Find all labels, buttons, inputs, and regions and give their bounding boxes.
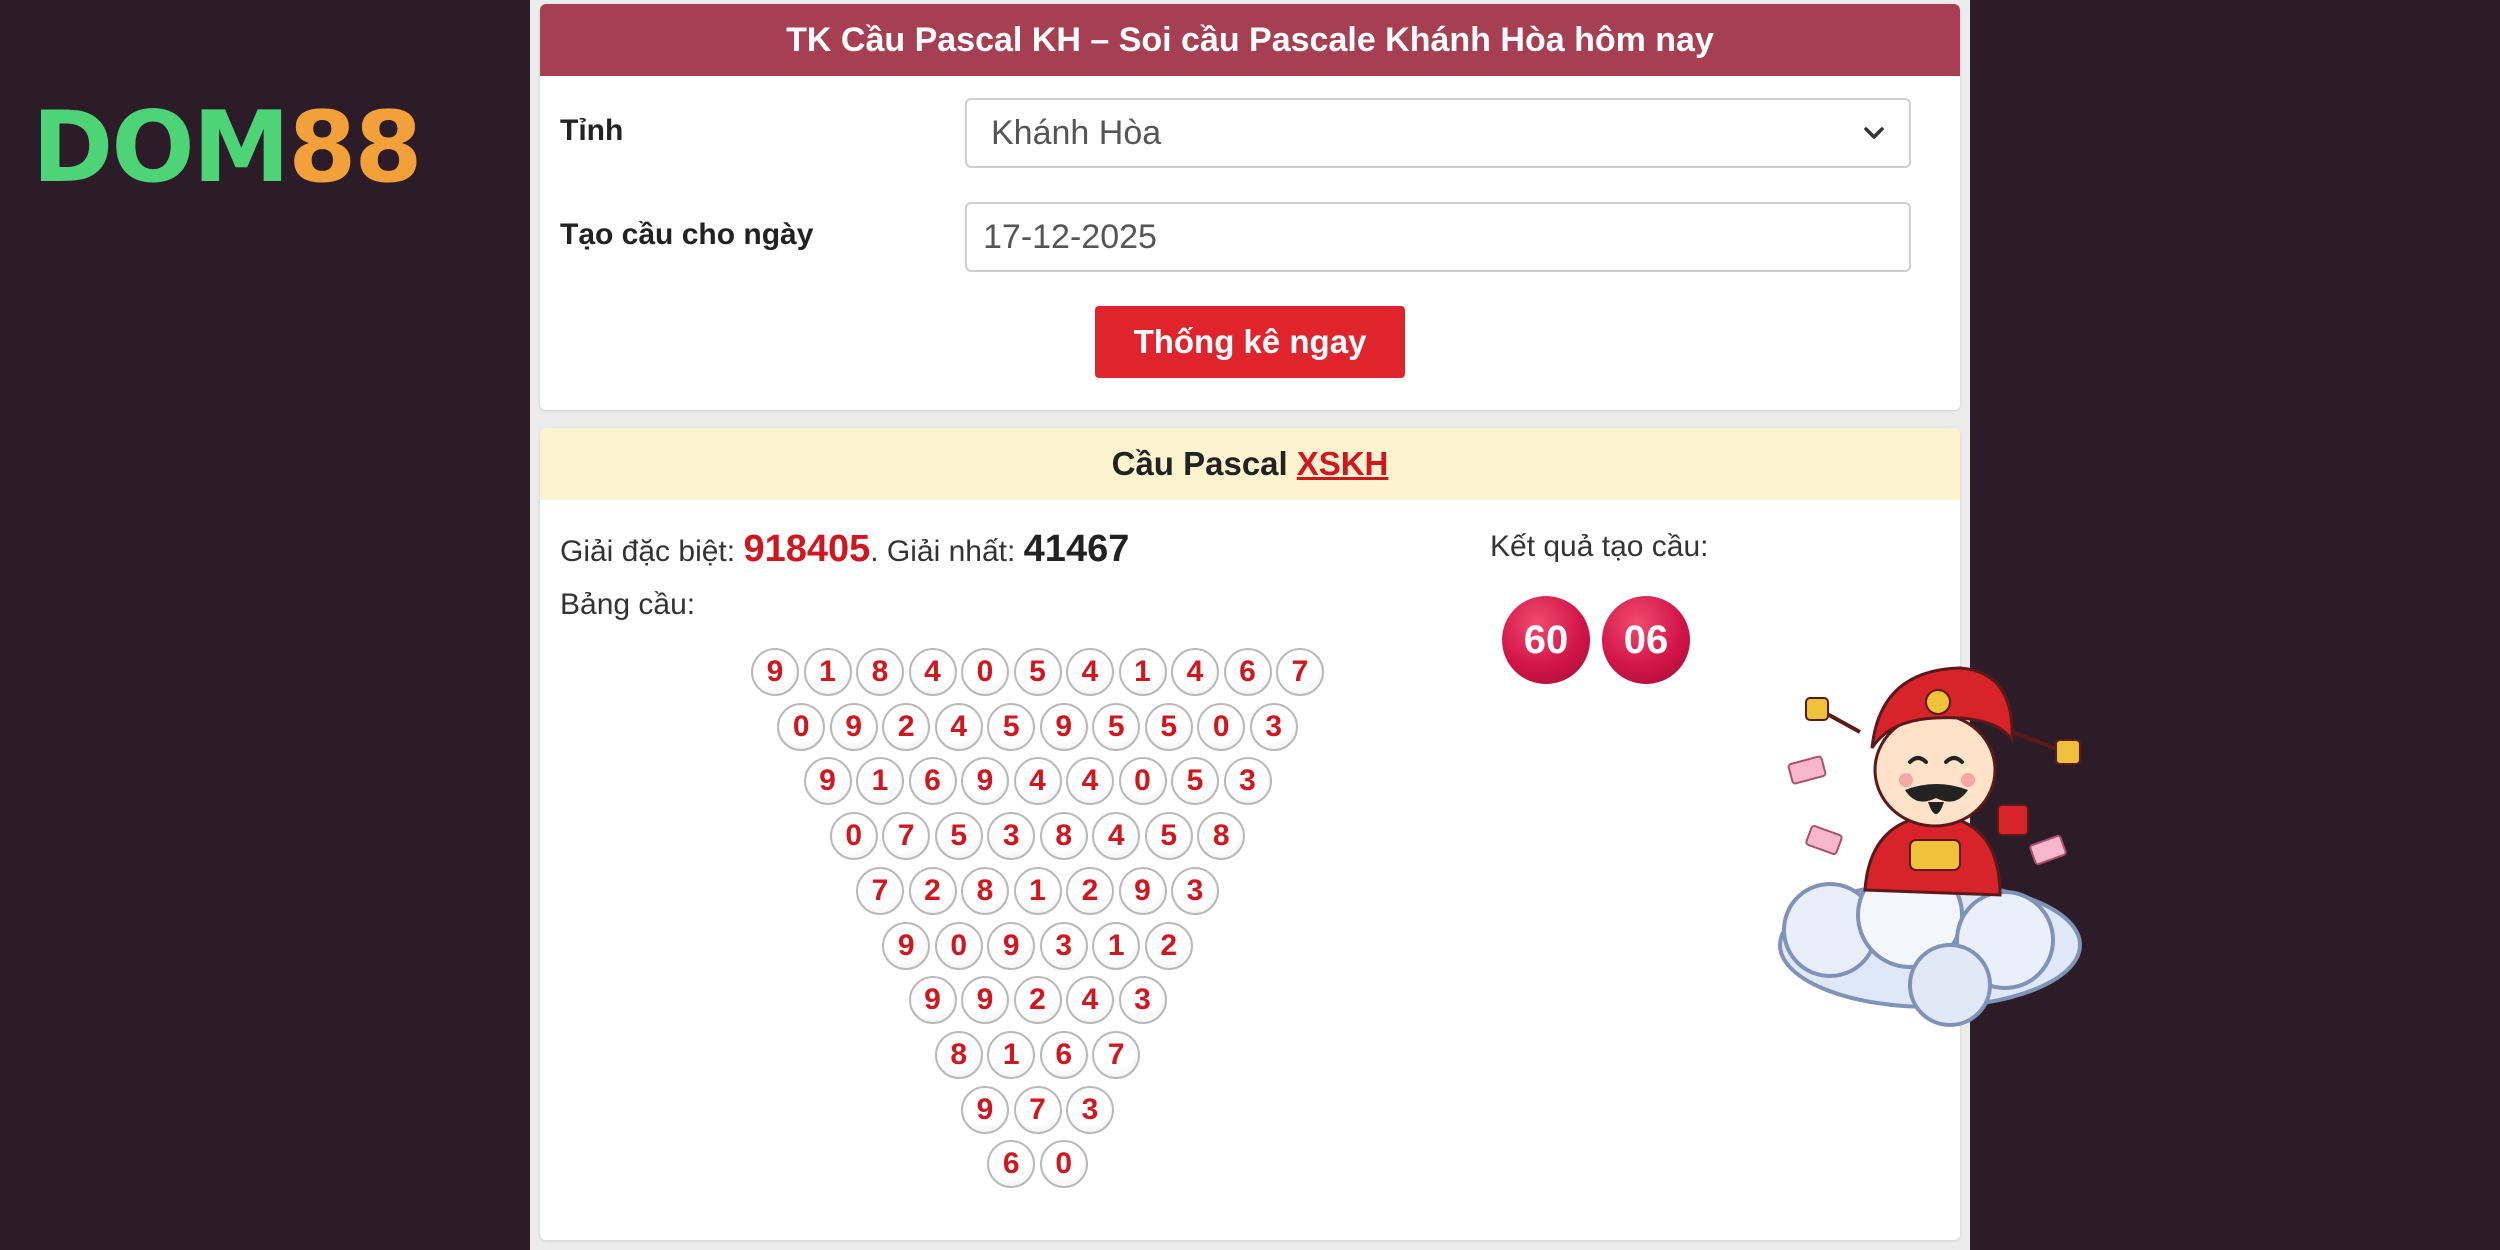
special-prize-label: Giải đặc biệt:: [560, 535, 736, 568]
date-label: Tạo cầu cho ngày: [560, 218, 814, 251]
pyramid-ball: 0: [777, 702, 826, 751]
pyramid-ball: 0: [829, 812, 878, 861]
pyramid-ball: 5: [1144, 812, 1193, 861]
pyramid-ball: 5: [1171, 757, 1219, 806]
pyramid-ball: 4: [1171, 648, 1219, 696]
pyramid-ball: 4: [1066, 648, 1114, 696]
first-prize-value: 41467: [1023, 528, 1130, 570]
chevron-down-icon: [1864, 127, 1884, 139]
pyramid-ball: 7: [1092, 1030, 1141, 1079]
pyramid-ball: 8: [1197, 812, 1246, 861]
pyramid-ball: 5: [1013, 648, 1062, 696]
date-input-value: 17-12-2025: [983, 217, 1157, 256]
pyramid-ball: 1: [856, 757, 904, 806]
table-label: Bảng cầu:: [560, 588, 696, 621]
pyramid-ball: 6: [1223, 648, 1272, 696]
pyramid-ball: 7: [856, 866, 904, 915]
pyramid-ball: 7: [1276, 648, 1324, 696]
logo-text-dom: DOM: [32, 91, 290, 205]
pyramid-ball: 3: [1039, 921, 1088, 970]
submit-button[interactable]: Thống kê ngay: [1095, 306, 1405, 378]
pascal-result-card: Cầu Pascal XSKH Giải đặc biệt: 918405. G…: [540, 428, 1960, 1240]
pyramid-ball: 9: [908, 976, 957, 1025]
special-prize-value: 918405: [743, 528, 871, 570]
pyramid-ball: 0: [961, 648, 1009, 696]
province-select[interactable]: Khánh Hòa: [965, 98, 1911, 168]
xskh-link[interactable]: XSKH: [1297, 445, 1389, 483]
province-label: Tỉnh: [560, 114, 624, 147]
pyramid-ball: 9: [803, 757, 852, 806]
pyramid-ball: 4: [1092, 812, 1141, 861]
pyramid-ball: 9: [961, 1085, 1009, 1134]
first-prize-label: . Giải nhất:: [870, 535, 1016, 568]
pyramid-ball: 8: [961, 866, 1009, 915]
result-ball: 06: [1602, 596, 1690, 684]
pyramid-ball: 1: [803, 648, 852, 696]
pyramid-ball: 0: [1118, 757, 1167, 806]
pyramid-ball: 3: [1171, 866, 1219, 915]
pyramid-ball: 4: [934, 702, 983, 751]
pyramid-ball: 9: [882, 921, 931, 970]
pascal-form-card: TK Cầu Pascal KH – Soi cầu Pascale Khánh…: [540, 4, 1960, 410]
pyramid-ball: 3: [1223, 757, 1272, 806]
pyramid-ball: 8: [934, 1030, 983, 1079]
pyramid-ball: 0: [1039, 1140, 1088, 1189]
pyramid-ball: 1: [1118, 648, 1167, 696]
logo-text-88: 88: [288, 91, 422, 205]
date-input[interactable]: 17-12-2025: [965, 202, 1911, 272]
form-title: TK Cầu Pascal KH – Soi cầu Pascale Khánh…: [540, 4, 1960, 76]
pyramid-ball: 9: [1118, 866, 1167, 915]
result-label: Kết quả tạo cầu:: [1490, 530, 1709, 563]
pyramid-ball: 1: [1013, 866, 1062, 915]
pyramid-ball: 5: [987, 702, 1036, 751]
pyramid-ball: 3: [1066, 1085, 1114, 1134]
result-heading-text: Cầu Pascal: [1111, 445, 1288, 482]
pyramid-ball: 6: [908, 757, 957, 806]
pyramid-ball: 7: [1013, 1085, 1062, 1134]
prize-info: Giải đặc biệt: 918405. Giải nhất: 41467: [560, 528, 1129, 571]
pyramid-ball: 3: [1249, 702, 1298, 751]
pyramid-ball: 4: [1066, 757, 1114, 806]
pyramid-ball: 0: [1197, 702, 1246, 751]
pyramid-ball: 0: [934, 921, 983, 970]
pyramid-ball: 1: [1092, 921, 1141, 970]
pyramid-ball: 8: [1039, 812, 1088, 861]
pyramid-ball: 2: [1144, 921, 1193, 970]
pyramid-ball: 9: [987, 921, 1036, 970]
result-ball: 60: [1502, 596, 1590, 684]
pyramid-ball: 5: [1144, 702, 1193, 751]
pyramid-ball: 9: [1039, 702, 1088, 751]
pyramid-ball: 6: [987, 1140, 1036, 1189]
pyramid-ball: 9: [751, 648, 799, 696]
pyramid-ball: 2: [1013, 976, 1062, 1025]
pyramid-ball: 2: [882, 702, 931, 751]
pyramid-ball: 8: [856, 648, 904, 696]
pyramid-ball: 9: [961, 976, 1009, 1025]
pyramid-ball: 5: [1092, 702, 1141, 751]
pyramid-ball: 6: [1039, 1030, 1088, 1079]
province-select-value: Khánh Hòa: [991, 113, 1162, 152]
pyramid-ball: 1: [987, 1030, 1036, 1079]
pyramid-ball: 4: [1066, 976, 1114, 1025]
content-column: TK Cầu Pascal KH – Soi cầu Pascale Khánh…: [530, 0, 1970, 1250]
mascot-head: [1805, 666, 2081, 828]
pyramid-ball: 2: [1066, 866, 1114, 915]
pyramid-ball: 9: [961, 757, 1009, 806]
pyramid-ball: 2: [908, 866, 957, 915]
pyramid-ball: 4: [908, 648, 957, 696]
pyramid-ball: 7: [882, 812, 931, 861]
pyramid-ball: 9: [829, 702, 878, 751]
pyramid-ball: 3: [987, 812, 1036, 861]
god-of-wealth-mascot: [1778, 666, 2082, 1027]
pyramid-ball: 3: [1118, 976, 1167, 1025]
pyramid-ball: 5: [934, 812, 983, 861]
dom88-logo: DOM 88: [32, 98, 472, 198]
result-heading: Cầu Pascal XSKH: [540, 428, 1960, 500]
pyramid-ball: 4: [1013, 757, 1062, 806]
